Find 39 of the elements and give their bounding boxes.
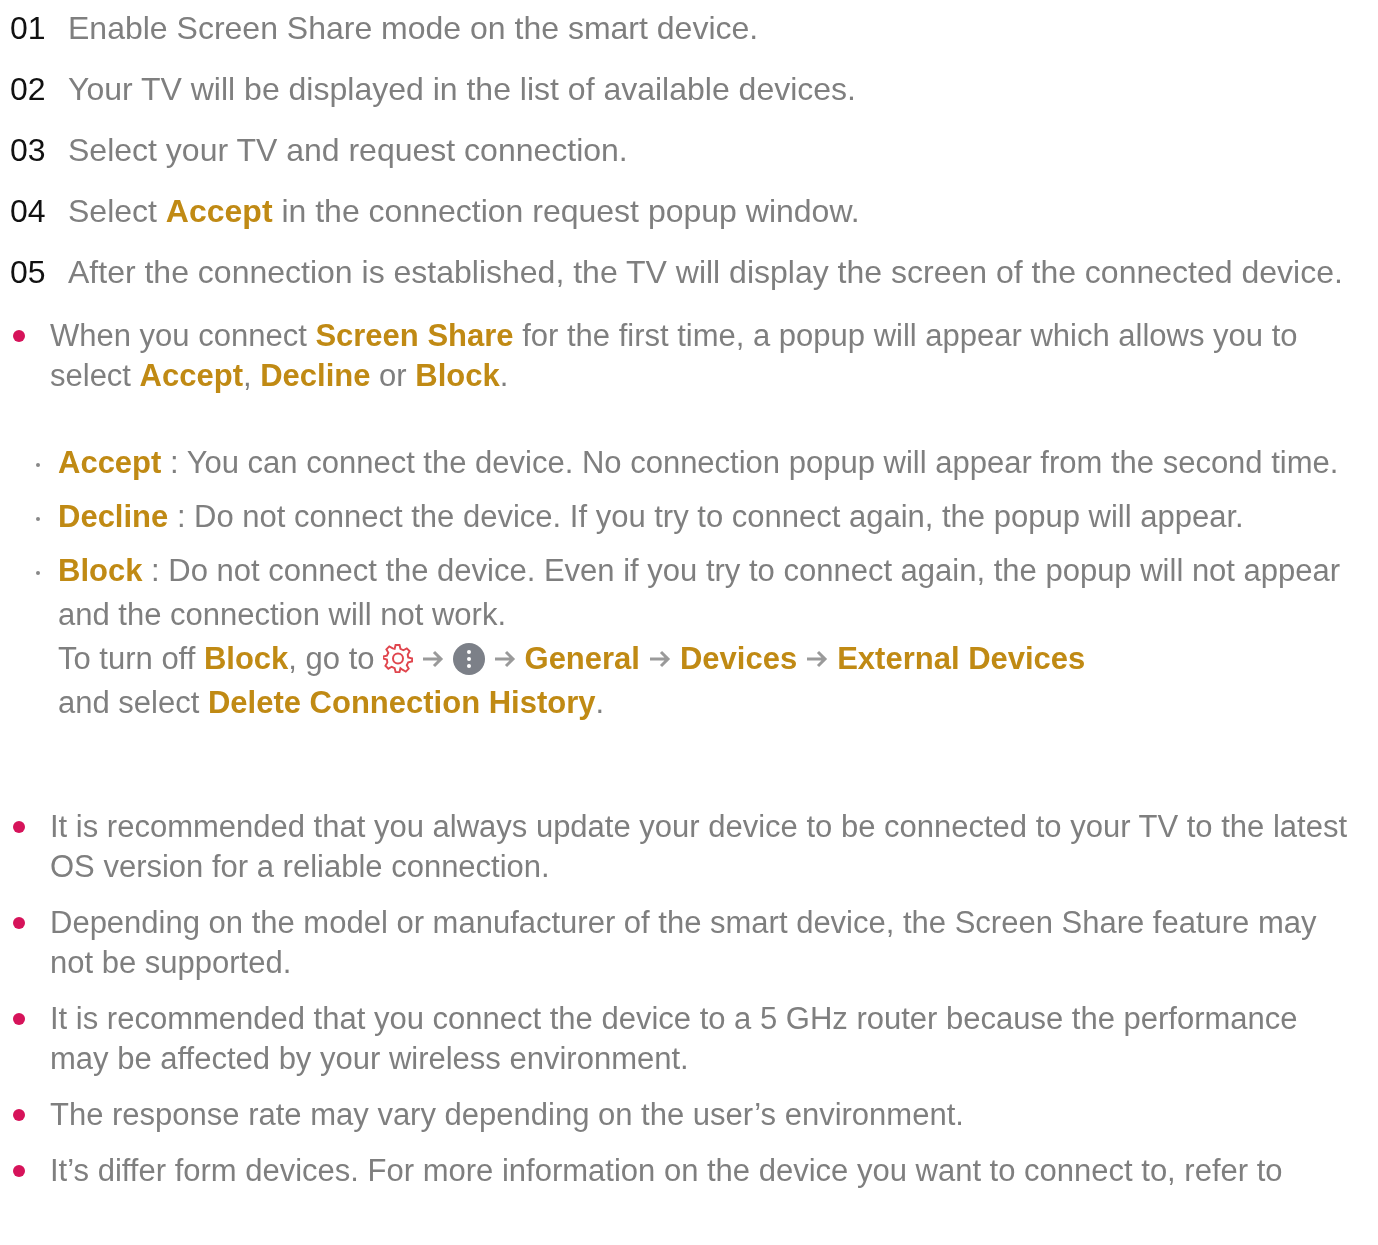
bullet-icon <box>36 571 40 575</box>
note-text: It’s differ form devices. For more information on the device you want to connect to, refer to <box>50 1152 1284 1190</box>
menu-path-item: External Devices <box>837 640 1086 678</box>
path-text: To turn off Block, go to <box>58 640 375 678</box>
arrow-icon <box>647 649 672 669</box>
arrow-icon <box>492 649 517 669</box>
step-text: Select Accept in the connection request popup window. <box>68 192 860 231</box>
bullet-icon <box>13 917 25 929</box>
step-text: Enable Screen Share mode on the smart device. <box>68 9 759 48</box>
note-text: When you connect Screen Share for the first time, a popup will appear which allows you to select Accept, Decline or Block. <box>50 317 1299 395</box>
option-text: Block : Do not connect the device. Even if you try to connect again, the popup will not appear and the connection will not work. <box>58 552 1342 634</box>
bullet-icon <box>13 821 25 833</box>
step-text: Your TV will be displayed in the list of available devices. <box>68 70 856 109</box>
option-text: Decline : Do not connect the device. If you try to connect again, the popup will appear. <box>58 498 1245 536</box>
step-number: 02 <box>10 70 47 109</box>
step-number: 03 <box>10 131 47 170</box>
gear-icon <box>382 644 413 674</box>
path-text: and select Delete Connection History. <box>58 684 605 722</box>
note-text: It is recommended that you always update your device to be connected to your TV to the latest OS version for a reliable connection. <box>50 808 1348 886</box>
step-text: Select your TV and request connection. <box>68 131 628 170</box>
menu-path-item: Devices <box>679 640 798 678</box>
bullet-icon <box>13 1109 25 1121</box>
arrow-icon <box>420 649 445 669</box>
step-number: 01 <box>10 9 47 48</box>
option-text: Accept : You can connect the device. No connection popup will appear from the second time. <box>58 444 1340 482</box>
step-number: 04 <box>10 192 47 231</box>
step-number: 05 <box>10 253 47 292</box>
bullet-icon <box>13 1165 25 1177</box>
note-text: The response rate may vary depending on the user’s environment. <box>50 1096 965 1134</box>
note-text: It is recommended that you connect the device to a 5 GHz router because the performance may be affected by your wireless environment. <box>50 1000 1299 1078</box>
bullet-icon <box>13 1013 25 1025</box>
menu-path-item: General <box>524 640 640 678</box>
arrow-icon <box>805 649 830 669</box>
bullet-icon <box>36 517 40 521</box>
bullet-icon <box>13 330 25 342</box>
bullet-icon <box>36 463 40 467</box>
note-text: Depending on the model or manufacturer of the smart device, the Screen Share feature may not be supported. <box>50 904 1318 982</box>
step-text: After the connection is established, the TV will display the screen of the connected device. <box>68 253 1343 292</box>
more-icon <box>452 643 485 675</box>
